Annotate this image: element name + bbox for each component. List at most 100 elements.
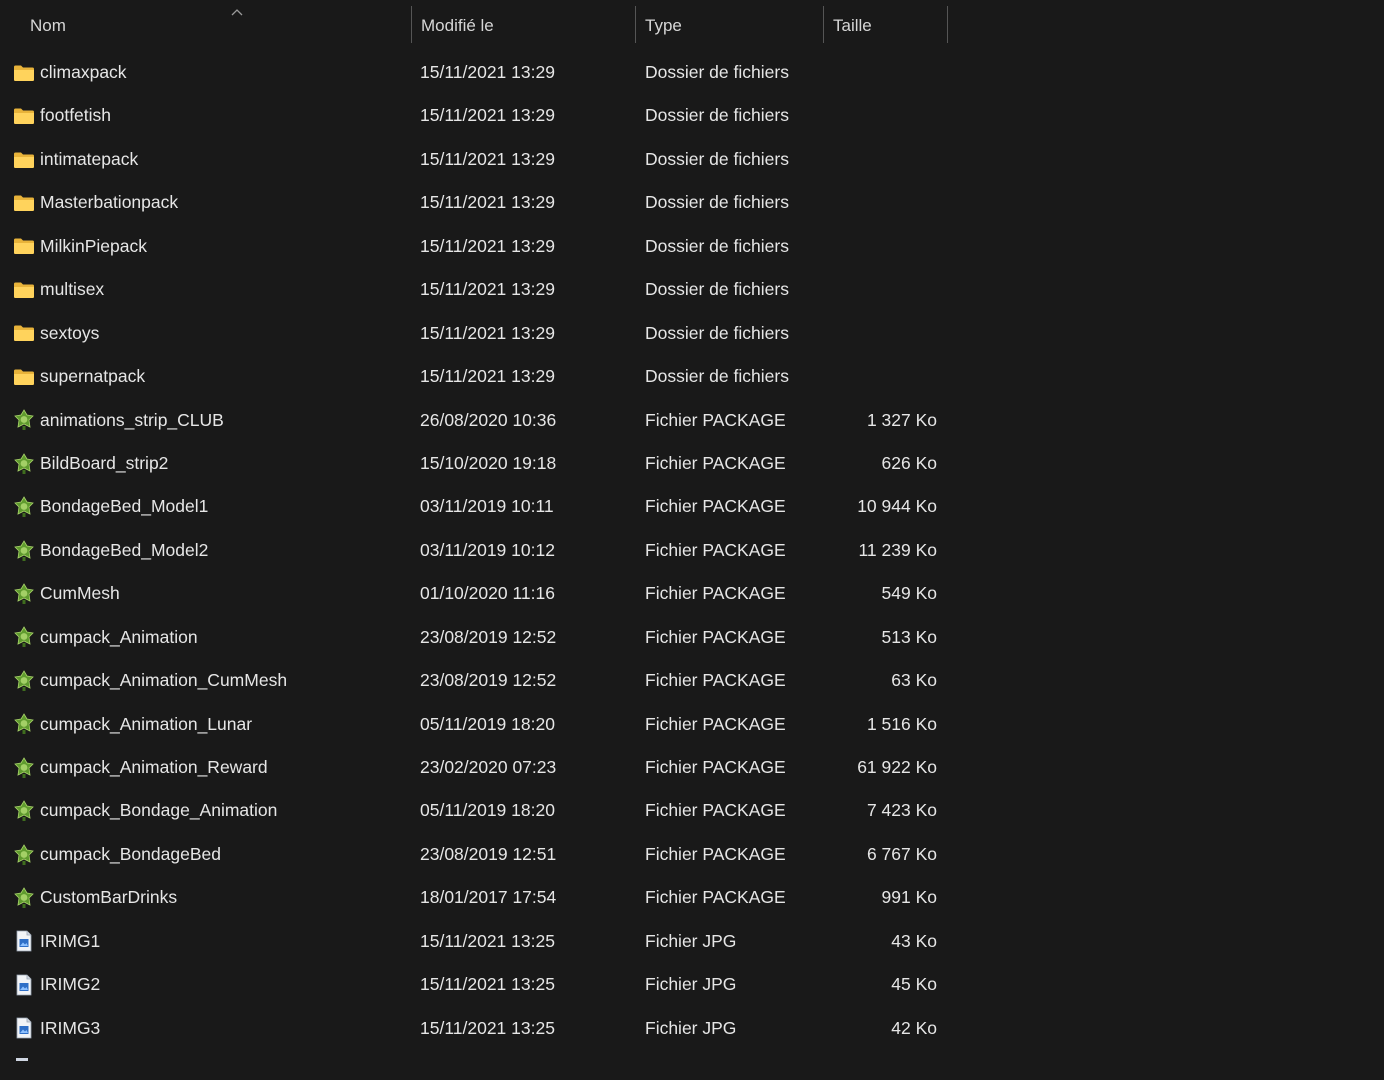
file-name: supernatpack [40,366,146,387]
column-header-size[interactable]: Taille [823,6,948,43]
file-type: Fichier PACKAGE [645,843,786,864]
file-modified-date: 15/11/2021 13:25 [420,1017,555,1038]
file-row[interactable]: CumMesh 01/10/2020 11:16 Fichier PACKAGE 54… [0,572,948,615]
file-modified-date: 15/10/2020 19:18 [420,452,557,473]
file-row[interactable]: IRIMG3 15/11/2021 13:25 Fichier JPG 42 Ko [0,1007,948,1050]
file-row[interactable]: supernatpack 15/11/2021 13:29 Dossier de f… [0,355,948,398]
folder-icon [13,138,35,181]
package-icon [13,746,35,789]
file-name: sextoys [40,322,100,343]
file-name: cumpack_Bondage_Animation [40,800,278,821]
file-size: 1 516 Ko [866,713,937,734]
file-type: Fichier JPG [645,930,737,951]
file-modified-date: 15/11/2021 13:29 [420,366,555,387]
file-size: 991 Ko [881,887,937,908]
file-size: 43 Ko [891,930,937,951]
jpg-file-icon [13,920,35,963]
package-icon [13,616,35,659]
folder-icon [13,355,35,398]
file-name: IRIMG2 [40,974,101,995]
file-row[interactable]: cumpack_BondageBed 23/08/2019 12:51 Fichie… [0,833,948,876]
jpg-file-icon [13,963,35,1006]
file-modified-date: 15/11/2021 13:29 [420,105,555,126]
file-modified-date: 15/11/2021 13:29 [420,62,555,82]
column-header-name[interactable]: Nom [21,6,411,43]
package-icon [13,399,35,442]
file-size: 549 Ko [881,583,937,604]
file-row[interactable]: intimatepack 15/11/2021 13:29 Dossier de f… [0,138,948,181]
file-modified-date: 15/11/2021 13:25 [420,974,555,995]
file-name: IRIMG1 [40,930,101,951]
file-row[interactable]: cumpack_Animation_Lunar 05/11/2019 18:20 F… [0,703,948,746]
column-header-name-label: Nom [30,16,66,35]
file-row[interactable]: footfetish 15/11/2021 13:29 Dossier de fic… [0,94,948,137]
file-name: multisex [40,279,105,300]
package-icon [13,789,35,832]
file-name: cumpack_Animation_Reward [40,757,268,777]
package-icon [13,442,35,485]
file-name: BildBoard_strip2 [40,452,169,473]
file-type: Fichier PACKAGE [645,409,786,430]
file-row[interactable]: cumpack_Animation_CumMesh 23/08/2019 12:5… [0,659,948,702]
file-modified-date: 05/11/2019 18:20 [420,800,555,821]
file-size: 7 423 Ko [866,800,937,821]
file-size: 626 Ko [881,452,937,473]
file-name: cumpack_Animation_Lunar [40,713,253,734]
folder-icon [13,225,35,268]
file-row[interactable]: BildBoard_strip2 15/10/2020 19:18 Fichier … [0,442,948,485]
file-type: Fichier PACKAGE [645,626,786,647]
file-row[interactable]: climaxpack 15/11/2021 13:29 Dossier de fic… [0,51,948,94]
file-explorer-list-view: Nom Modifié le Type Taille climaxpack 15/… [0,0,1384,1080]
file-name: footfetish [40,105,112,126]
partial-next-row-icon [16,1058,28,1061]
file-modified-date: 15/11/2021 13:29 [420,192,555,213]
file-row[interactable]: animations_strip_CLUB 26/08/2020 10:36 Fic… [0,399,948,442]
file-modified-date: 15/11/2021 13:29 [420,148,555,169]
folder-icon [13,51,35,94]
file-name: climaxpack [40,62,127,82]
file-size: 61 922 Ko [857,757,937,777]
column-header-size-label: Taille [833,16,872,35]
file-modified-date: 15/11/2021 13:29 [420,279,555,300]
file-row[interactable]: BondageBed_Model1 03/11/2019 10:11 Fichier… [0,485,948,528]
file-row[interactable]: IRIMG1 15/11/2021 13:25 Fichier JPG 43 Ko [0,920,948,963]
file-name: Masterbationpack [40,192,179,213]
column-header-bar: Nom Modifié le Type Taille [0,0,948,50]
file-row[interactable]: BondageBed_Model2 03/11/2019 10:12 Fichier… [0,529,948,572]
column-header-type[interactable]: Type [635,6,823,43]
folder-icon [13,94,35,137]
file-modified-date: 26/08/2020 10:36 [420,409,557,430]
file-name: intimatepack [40,148,139,169]
file-row[interactable]: cumpack_Bondage_Animation 05/11/2019 18:2… [0,789,948,832]
file-row[interactable]: Masterbationpack 15/11/2021 13:29 Dossier … [0,181,948,224]
file-row[interactable]: sextoys 15/11/2021 13:29 Dossier de fichie… [0,312,948,355]
file-name: cumpack_Animation_CumMesh [40,670,288,691]
file-type: Fichier PACKAGE [645,800,786,821]
file-row[interactable]: IRIMG2 15/11/2021 13:25 Fichier JPG 45 Ko [0,963,948,1006]
file-modified-date: 23/08/2019 12:52 [420,626,557,647]
file-name: BondageBed_Model1 [40,496,209,517]
file-name: CumMesh [40,583,120,604]
file-modified-date: 05/11/2019 18:20 [420,713,555,734]
file-type: Fichier PACKAGE [645,496,786,517]
column-header-modified[interactable]: Modifié le [411,6,635,43]
file-row[interactable]: cumpack_Animation_Reward 23/02/2020 07:23… [0,746,948,789]
file-row[interactable]: CustomBarDrinks 18/01/2017 17:54 Fichier P… [0,876,948,919]
file-size: 11 239 Ko [858,539,938,560]
file-size: 6 767 Ko [866,843,937,864]
file-row[interactable]: cumpack_Animation 23/08/2019 12:52 Fichier… [0,616,948,659]
file-name: BondageBed_Model2 [40,539,209,560]
file-name: IRIMG3 [40,1017,101,1038]
file-size: 10 944 Ko [857,496,937,517]
file-type: Fichier PACKAGE [645,452,786,473]
file-type: Fichier PACKAGE [645,583,786,604]
package-icon [13,659,35,702]
file-type: Dossier de fichiers [645,279,789,300]
column-header-modified-label: Modifié le [421,16,494,35]
file-modified-date: 03/11/2019 10:11 [420,496,554,517]
file-row[interactable]: multisex 15/11/2021 13:29 Dossier de fichi… [0,268,948,311]
package-icon [13,485,35,528]
file-modified-date: 23/08/2019 12:52 [420,670,557,691]
file-row[interactable]: MilkinPiepack 15/11/2021 13:29 Dossier de … [0,225,948,268]
file-size: 513 Ko [881,626,937,647]
